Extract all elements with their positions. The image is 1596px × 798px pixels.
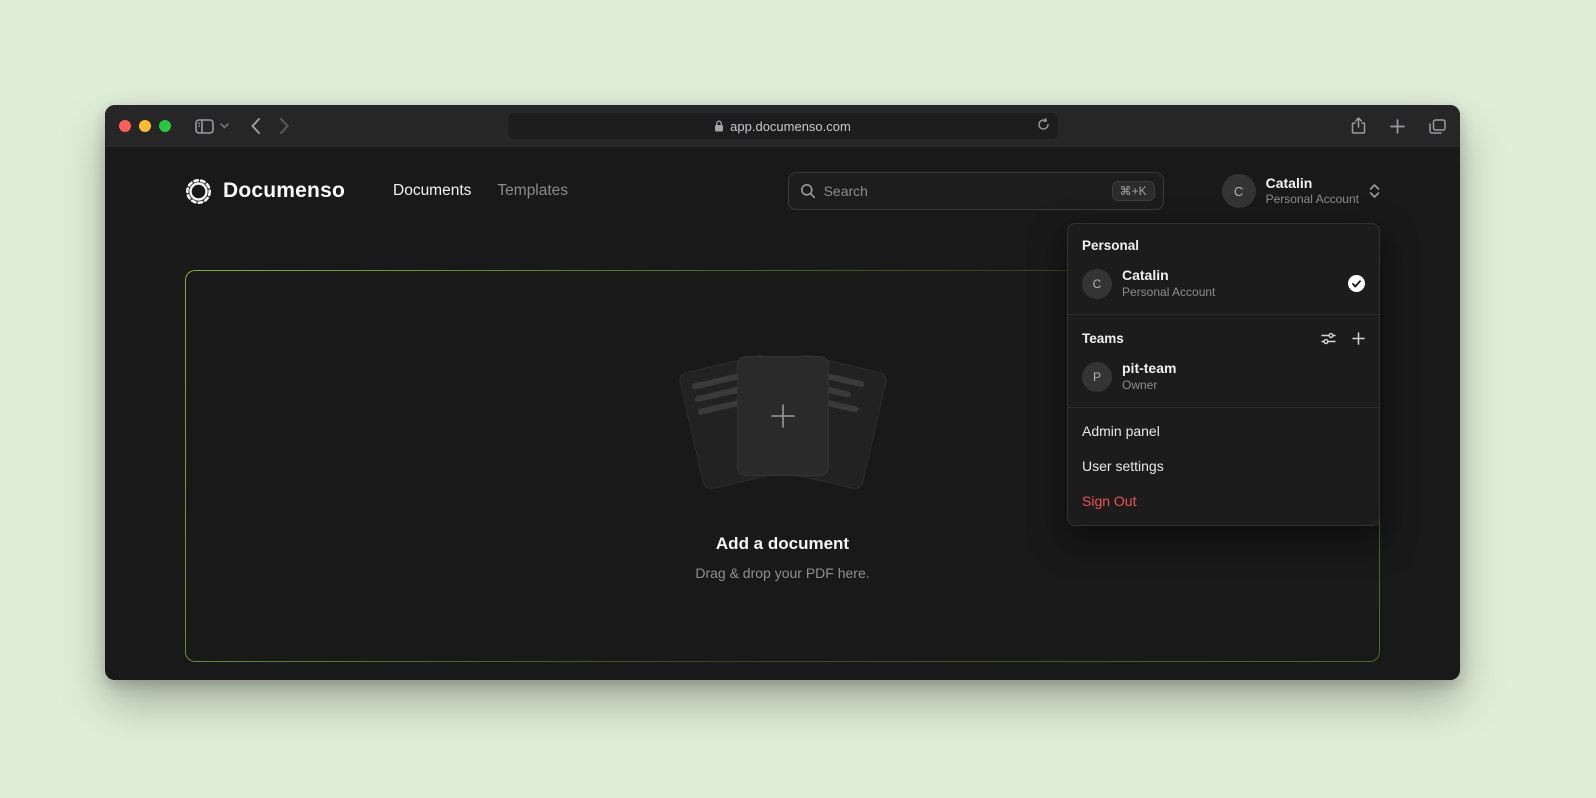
chevron-right-icon — [280, 118, 289, 134]
forward-button[interactable] — [280, 118, 289, 134]
traffic-lights — [119, 120, 171, 132]
zoom-button[interactable] — [159, 120, 171, 132]
close-button[interactable] — [119, 120, 131, 132]
main-nav: Documents Templates — [393, 182, 568, 200]
browser-window: app.documenso.com — [105, 105, 1460, 680]
personal-subtitle: Personal Account — [1122, 285, 1215, 301]
menu-item-user-settings[interactable]: User settings — [1068, 449, 1379, 484]
personal-name: Catalin — [1122, 267, 1215, 285]
team-name: pit-team — [1122, 360, 1176, 378]
team-subtitle: Owner — [1122, 378, 1176, 394]
sidebar-toggle-button[interactable] — [195, 119, 214, 134]
illustration-card-center — [737, 356, 829, 476]
dropzone-subtitle: Drag & drop your PDF here. — [695, 565, 869, 581]
account-menu-trigger[interactable]: C Catalin Personal Account — [1222, 174, 1380, 208]
documenso-app: Documenso Documents Templates ⌘+K C Cata… — [105, 147, 1460, 680]
account-name: Catalin — [1266, 175, 1359, 192]
menu-section-teams: Teams — [1068, 321, 1379, 352]
browser-toolbar: app.documenso.com — [105, 105, 1460, 147]
menu-divider — [1068, 407, 1379, 408]
team-avatar: P — [1082, 362, 1112, 392]
search-box: ⌘+K — [788, 172, 1164, 210]
lock-icon — [714, 120, 724, 132]
sidebar-chevron-button[interactable] — [220, 123, 229, 129]
menu-item-personal-account[interactable]: C Catalin Personal Account — [1068, 259, 1379, 308]
brand-logo[interactable]: Documenso — [185, 178, 345, 205]
plus-icon — [1352, 332, 1365, 345]
account-dropdown-menu: Personal C Catalin Personal Account — [1067, 223, 1380, 526]
share-button[interactable] — [1351, 117, 1366, 135]
teams-label: Teams — [1082, 331, 1124, 346]
refresh-icon — [1037, 118, 1050, 131]
menu-divider — [1068, 314, 1379, 315]
menu-item-sign-out[interactable]: Sign Out — [1068, 484, 1379, 519]
url-text: app.documenso.com — [730, 119, 851, 134]
menu-item-team-pit-team[interactable]: P pit-team Owner — [1068, 352, 1379, 401]
sliders-icon — [1321, 332, 1336, 345]
document-stack-illustration — [678, 352, 888, 494]
documenso-logo-icon — [185, 178, 212, 205]
chevron-left-icon — [251, 118, 260, 134]
nav-item-templates[interactable]: Templates — [497, 182, 568, 200]
menu-section-personal: Personal — [1068, 228, 1379, 259]
dropzone-title: Add a document — [716, 534, 849, 554]
minimize-button[interactable] — [139, 120, 151, 132]
account-avatar: C — [1222, 174, 1256, 208]
chevron-up-down-icon — [1369, 183, 1380, 199]
back-button[interactable] — [251, 118, 260, 134]
tab-overview-button[interactable] — [1429, 119, 1446, 134]
search-icon — [800, 183, 816, 199]
refresh-button[interactable] — [1037, 118, 1050, 134]
address-bar[interactable]: app.documenso.com — [507, 112, 1059, 140]
toolbar-right-actions — [1351, 117, 1446, 135]
chevron-down-icon — [220, 123, 229, 129]
account-type: Personal Account — [1266, 192, 1359, 208]
sidebar-icon — [195, 119, 214, 134]
share-icon — [1351, 117, 1366, 135]
plus-icon — [1390, 119, 1405, 134]
search-input[interactable] — [824, 183, 1104, 199]
selected-check-icon — [1348, 275, 1365, 292]
brand-name: Documenso — [223, 179, 345, 203]
search-shortcut-badge: ⌘+K — [1112, 181, 1155, 201]
manage-teams-button[interactable] — [1321, 332, 1336, 345]
new-tab-button[interactable] — [1390, 119, 1405, 134]
tabs-icon — [1429, 119, 1446, 134]
app-header: Documenso Documents Templates ⌘+K C Cata… — [185, 147, 1380, 235]
create-team-button[interactable] — [1352, 332, 1365, 345]
plus-icon — [767, 400, 799, 432]
nav-item-documents[interactable]: Documents — [393, 182, 471, 200]
menu-item-admin-panel[interactable]: Admin panel — [1068, 414, 1379, 449]
personal-avatar: C — [1082, 269, 1112, 299]
